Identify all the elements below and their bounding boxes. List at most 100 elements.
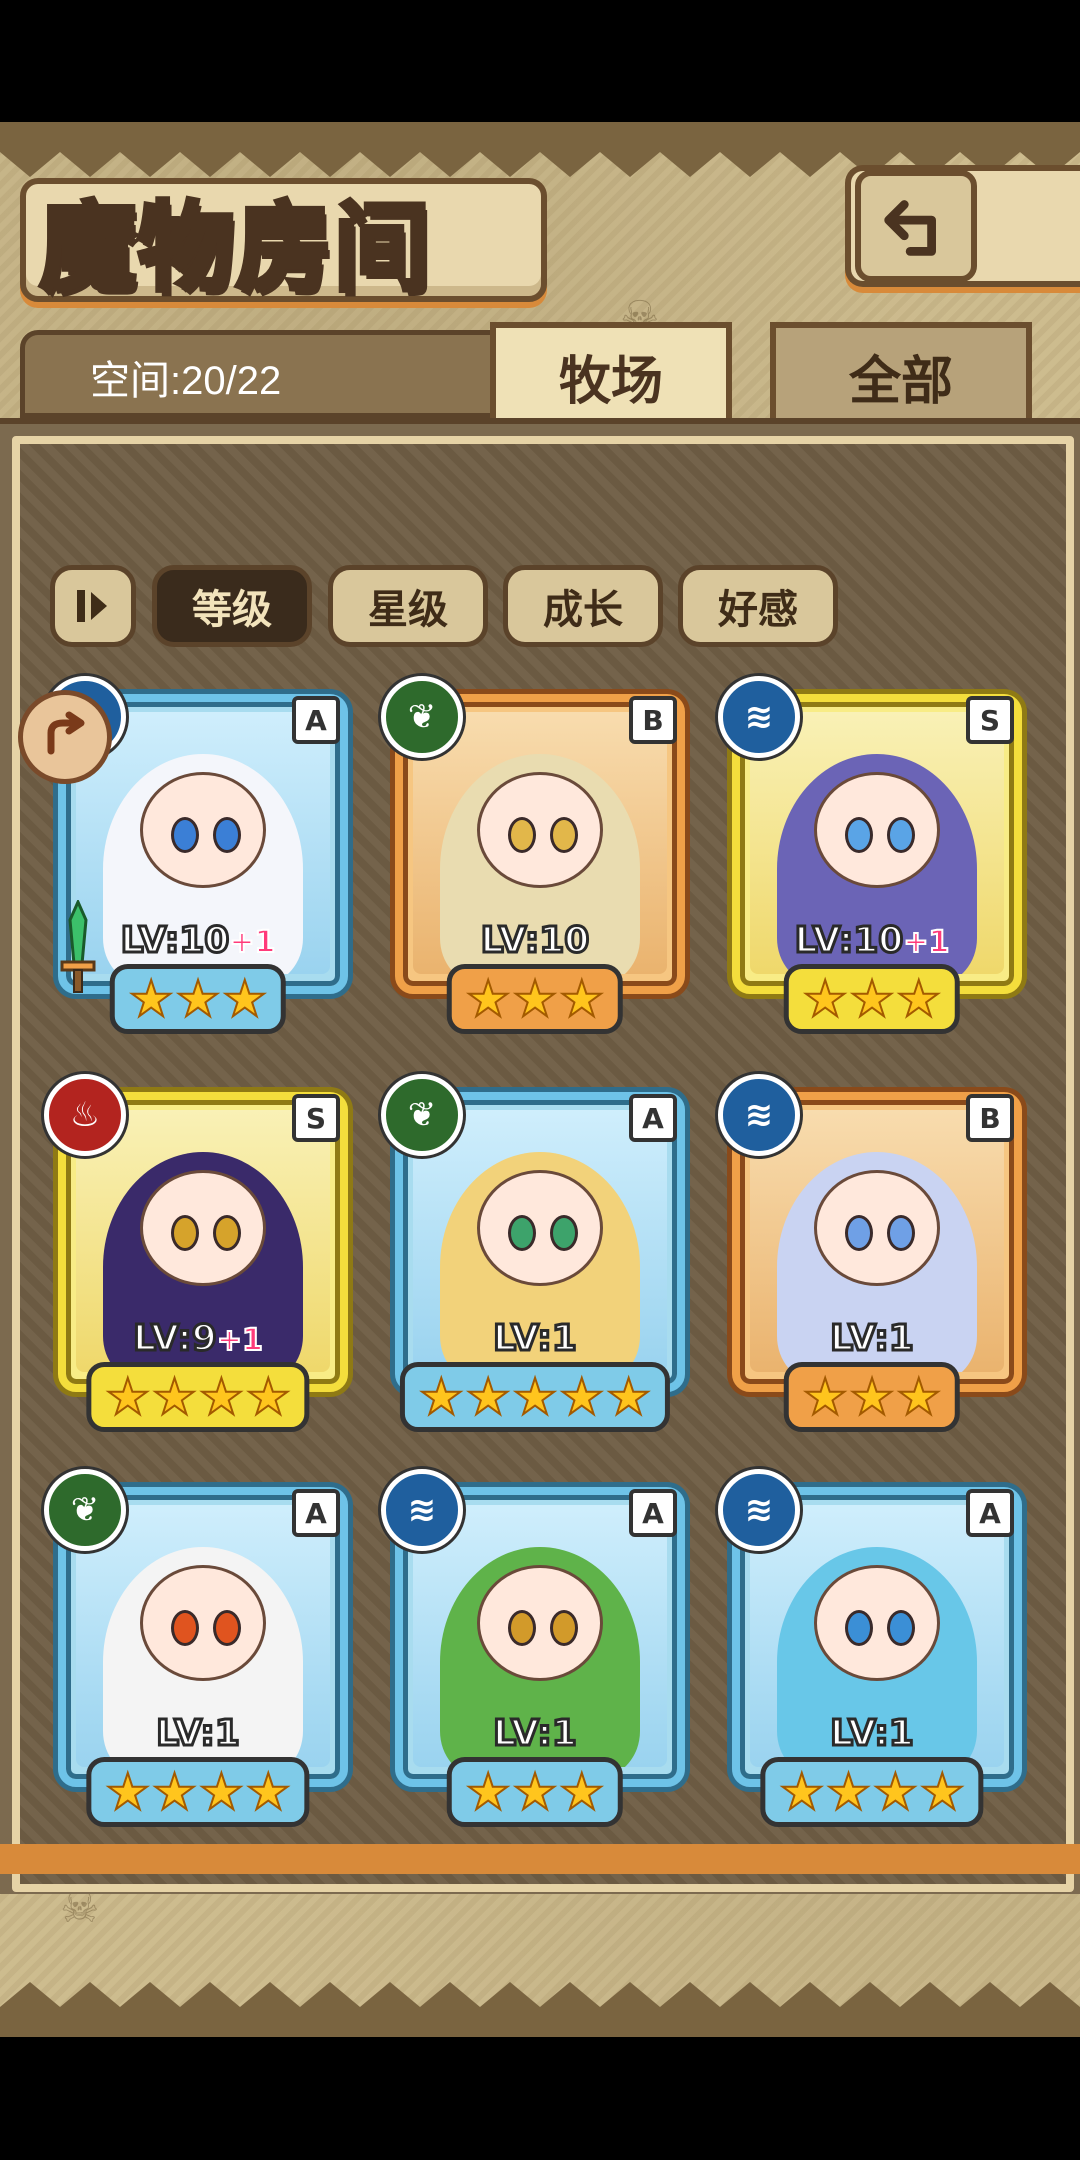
- star-icon: ★: [104, 1368, 151, 1426]
- monster-card[interactable]: A ❦ LV:1 ★ ★ ★ ★ ★: [381, 1074, 685, 1432]
- level-label: LV:1: [722, 1712, 1022, 1756]
- star-icon: ★: [895, 970, 942, 1028]
- monster-card[interactable]: S ♨ LV:9+1 ★ ★ ★ ★: [44, 1074, 348, 1432]
- level-value: LV:10: [479, 919, 591, 963]
- monster-card[interactable]: A ❦ LV:1 ★ ★ ★ ★: [44, 1469, 348, 1827]
- star-icon: ★: [919, 1763, 966, 1821]
- star-icon: ★: [128, 970, 175, 1028]
- level-label: LV:1: [385, 1317, 685, 1361]
- sort-order-toggle-button[interactable]: [50, 565, 136, 647]
- star-icon: ★: [802, 970, 849, 1028]
- level-bonus: +1: [902, 924, 950, 961]
- monster-face: [140, 1565, 266, 1681]
- monster-card[interactable]: A ≋ LV:1 ★ ★ ★: [381, 1469, 685, 1827]
- star-icon: ★: [558, 1368, 605, 1426]
- star-icon: ★: [175, 970, 222, 1028]
- star-rating: ★ ★ ★ ★: [760, 1757, 984, 1827]
- level-bonus: +1: [216, 1322, 264, 1359]
- star-icon: ★: [849, 970, 896, 1028]
- monster-face: [814, 1565, 940, 1681]
- level-value: LV:1: [492, 1317, 579, 1361]
- monster-card[interactable]: B ❦ LV:10 ★ ★ ★: [381, 676, 685, 1034]
- level-value: LV:10: [119, 919, 231, 963]
- star-rating: ★ ★ ★ ★: [86, 1362, 310, 1432]
- monster-eye: [887, 817, 915, 853]
- star-icon: ★: [198, 1368, 245, 1426]
- level-label: LV:1: [48, 1712, 348, 1756]
- tab-all[interactable]: 全部: [770, 322, 1032, 424]
- star-icon: ★: [778, 1763, 825, 1821]
- sort-order-icon: [77, 590, 107, 622]
- storage-capacity: 空间:20/22: [90, 359, 282, 403]
- rank-badge: B: [629, 696, 677, 744]
- level-value: LV:1: [829, 1317, 916, 1361]
- quick-action-button[interactable]: [18, 690, 112, 784]
- monster-eye: [845, 1610, 873, 1646]
- sort-label: 等级: [192, 586, 272, 633]
- monster-face: [477, 1170, 603, 1286]
- level-label: LV:10: [385, 919, 685, 963]
- water-element-icon: ≋: [718, 1074, 800, 1156]
- level-label: LV:1: [385, 1712, 685, 1756]
- level-label: LV:9+1: [48, 1317, 348, 1361]
- star-icon: ★: [605, 1368, 652, 1426]
- rank-badge: B: [966, 1094, 1014, 1142]
- monster-face: [814, 1170, 940, 1286]
- level-value: LV:1: [155, 1712, 242, 1756]
- sort-by-growth-button[interactable]: 成长: [503, 565, 663, 647]
- sort-by-affection-button[interactable]: 好感: [678, 565, 838, 647]
- rank-badge: A: [966, 1489, 1014, 1537]
- star-icon: ★: [418, 1368, 465, 1426]
- level-label: LV:1: [722, 1317, 1022, 1361]
- star-icon: ★: [802, 1368, 849, 1426]
- star-icon: ★: [825, 1763, 872, 1821]
- equipped-weapon-icon: [60, 900, 96, 993]
- grass-element-icon: ❦: [381, 1074, 463, 1156]
- sort-label: 好感: [718, 586, 798, 633]
- star-icon: ★: [104, 1763, 151, 1821]
- monster-eye: [550, 1610, 578, 1646]
- star-icon: ★: [151, 1368, 198, 1426]
- sort-by-level-button[interactable]: 等级: [152, 565, 312, 647]
- monster-eye: [887, 1215, 915, 1251]
- monster-eye: [171, 1215, 199, 1251]
- monster-card[interactable]: S ≋ LV:10+1 ★ ★ ★: [718, 676, 1022, 1034]
- zigzag-bottom-border: [0, 1982, 1080, 2037]
- star-rating: ★ ★ ★ ★: [86, 1757, 310, 1827]
- star-icon: ★: [221, 970, 268, 1028]
- rank-badge: A: [629, 1489, 677, 1537]
- star-icon: ★: [512, 1368, 559, 1426]
- star-icon: ★: [465, 1763, 512, 1821]
- level-value: LV:1: [492, 1712, 579, 1756]
- star-icon: ★: [512, 1763, 559, 1821]
- rank-badge: A: [292, 1489, 340, 1537]
- monster-eye: [845, 817, 873, 853]
- curved-arrow-icon: [47, 711, 85, 755]
- tab-label: 全部: [848, 350, 953, 412]
- sort-by-star-button[interactable]: 星级: [328, 565, 488, 647]
- star-icon: ★: [558, 1763, 605, 1821]
- level-bonus: +1: [228, 924, 276, 961]
- panel-base: [0, 1844, 1080, 1874]
- monster-eye: [550, 1215, 578, 1251]
- back-button[interactable]: [855, 170, 977, 282]
- water-element-icon: ≋: [381, 1469, 463, 1551]
- page-title: 魔物房间: [38, 189, 433, 307]
- monster-eye: [213, 817, 241, 853]
- star-rating: ★ ★ ★: [783, 1362, 961, 1432]
- monster-card[interactable]: A ≋ LV:1 ★ ★ ★ ★: [718, 1469, 1022, 1827]
- grass-element-icon: ❦: [44, 1469, 126, 1551]
- rank-badge: A: [292, 696, 340, 744]
- star-icon: ★: [465, 1368, 512, 1426]
- tab-ranch[interactable]: 牧场: [490, 322, 732, 424]
- rank-badge: A: [629, 1094, 677, 1142]
- monster-eye: [171, 1610, 199, 1646]
- monster-card[interactable]: B ≋ LV:1 ★ ★ ★: [718, 1074, 1022, 1432]
- water-element-icon: ≋: [718, 676, 800, 758]
- monster-face: [814, 772, 940, 888]
- star-rating: ★ ★ ★: [446, 964, 624, 1034]
- rank-badge: S: [292, 1094, 340, 1142]
- monster-eye: [845, 1215, 873, 1251]
- monster-face: [477, 1565, 603, 1681]
- monster-eye: [171, 817, 199, 853]
